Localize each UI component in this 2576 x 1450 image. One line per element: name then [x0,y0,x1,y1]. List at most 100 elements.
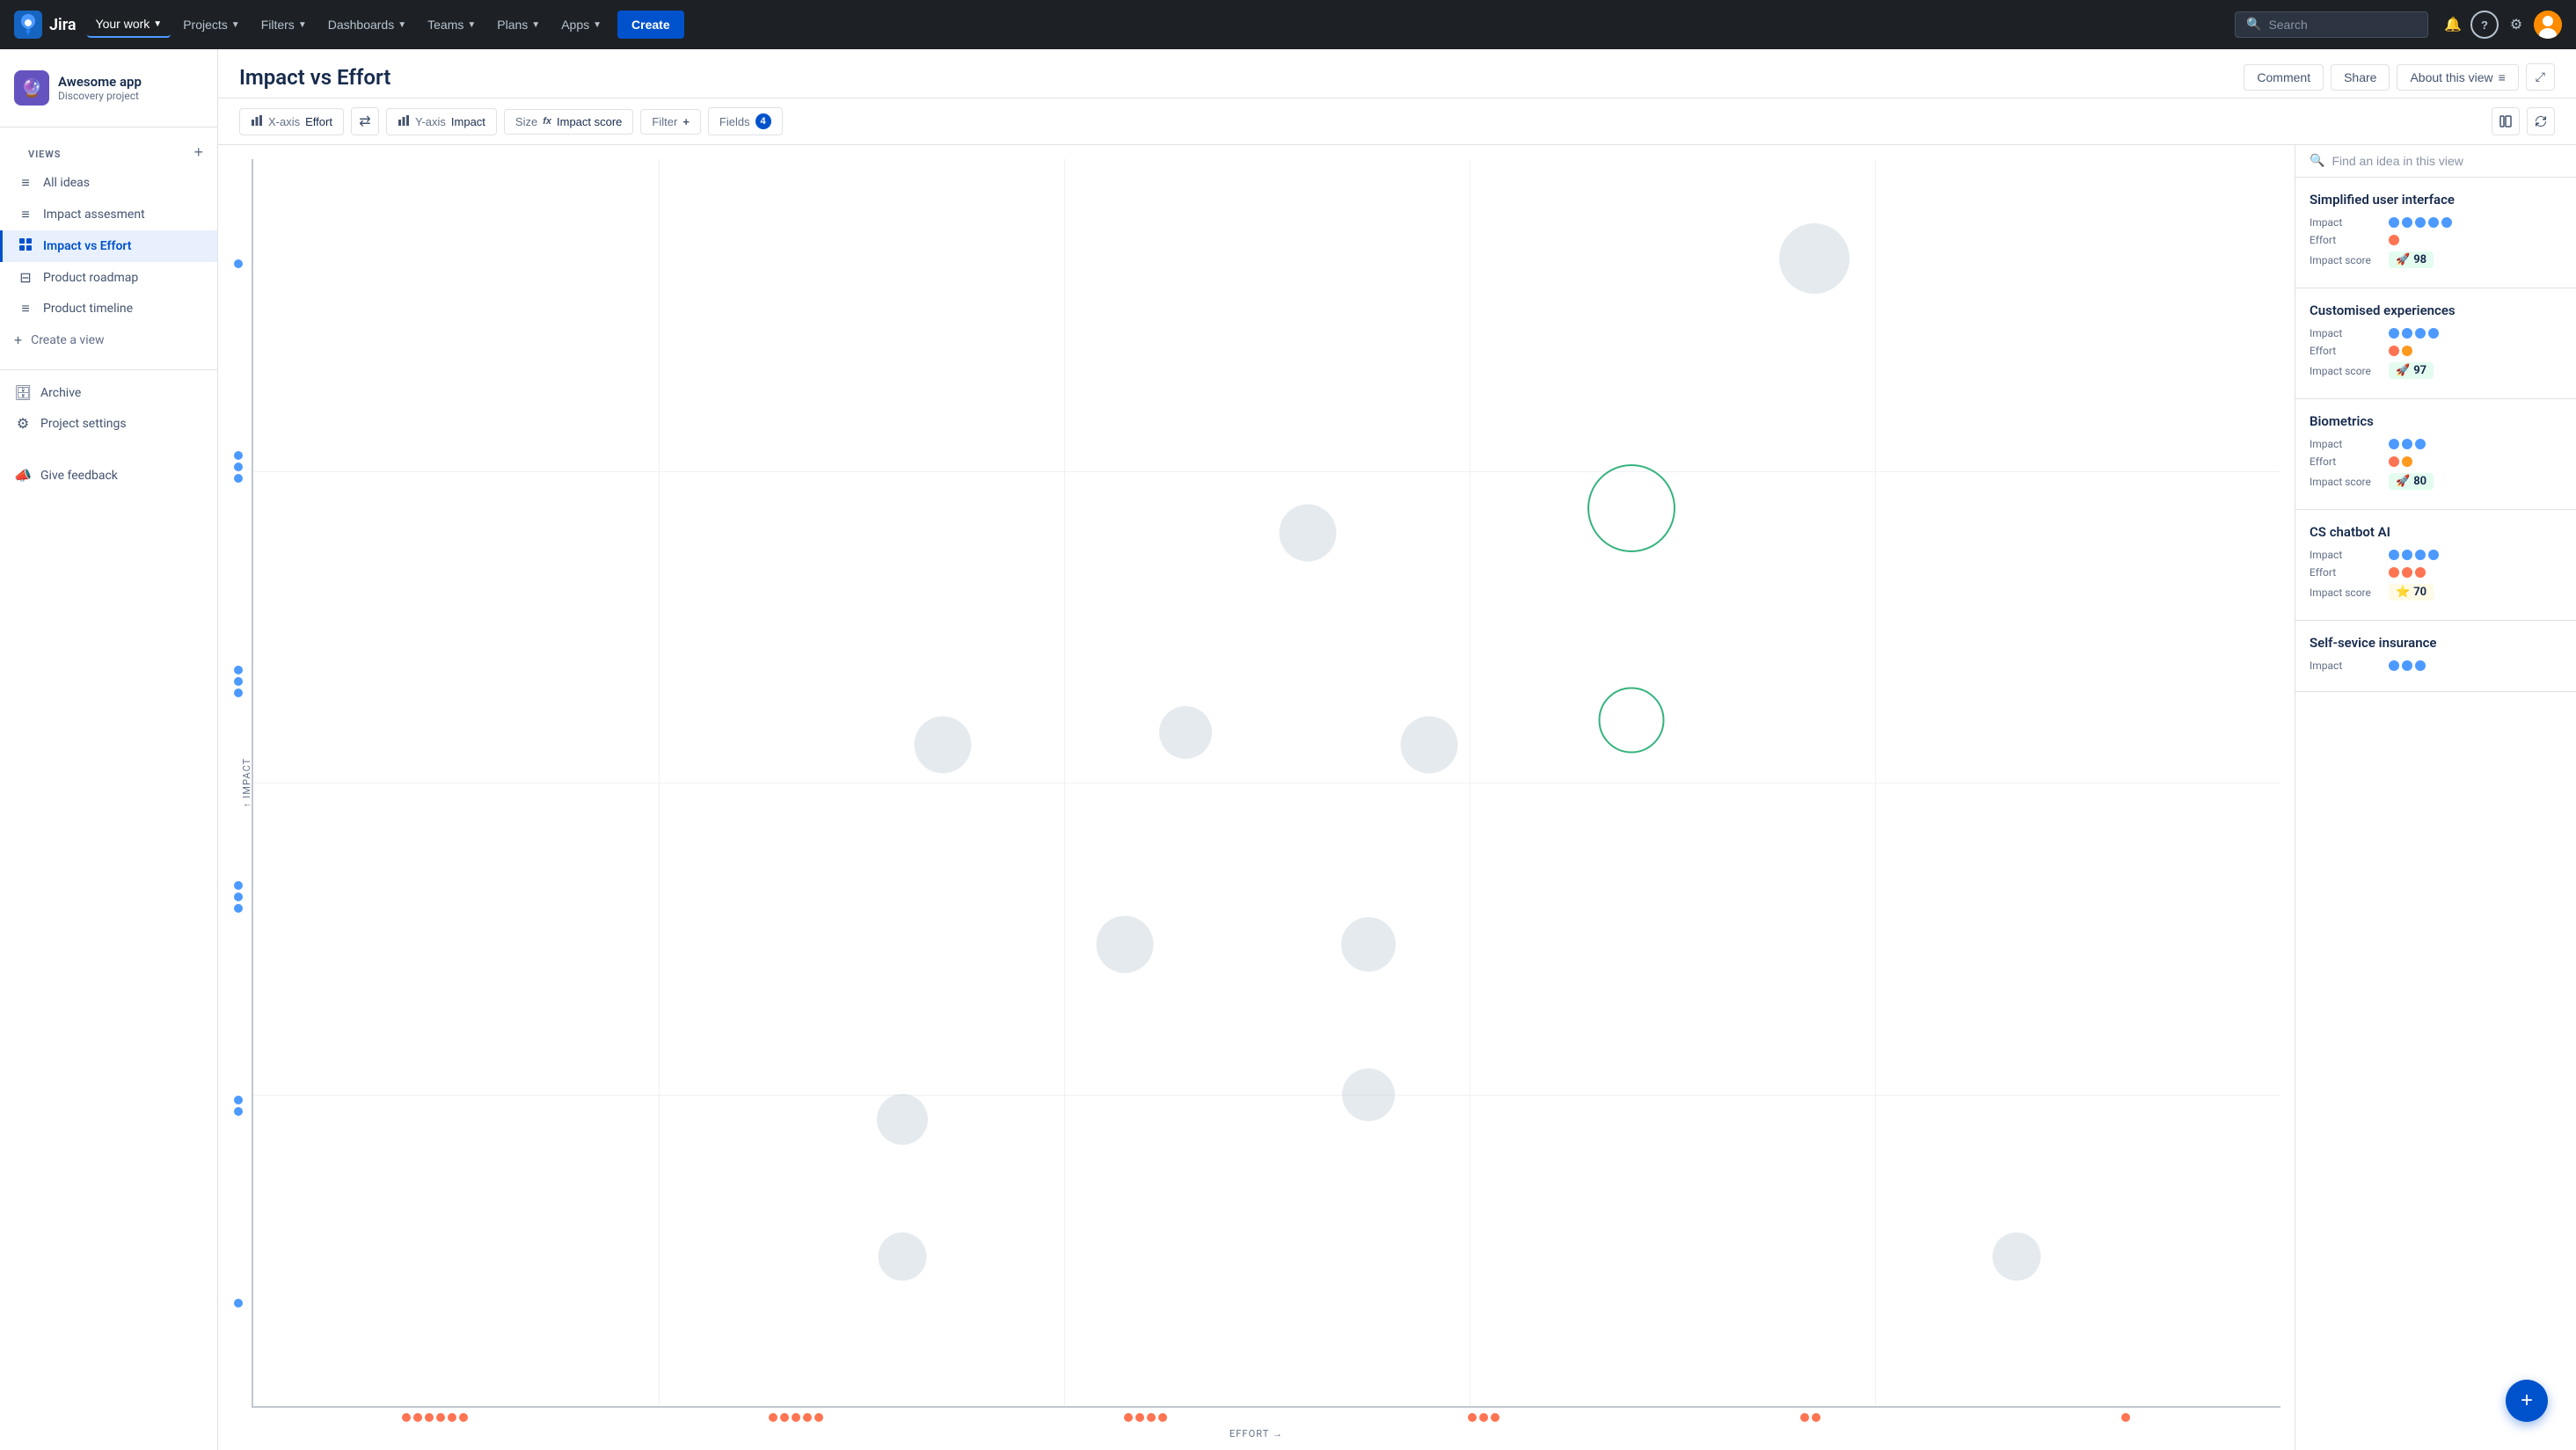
sidebar-item-all-ideas[interactable]: ≡ All ideas [0,167,217,199]
idea-card-self-service-insurance[interactable]: Self-sevice insurance Impact [2295,621,2576,692]
effort-dots [2389,346,2412,356]
xaxis-value: Effort [305,115,332,128]
bubble[interactable] [1779,223,1850,294]
sidebar-item-product-timeline[interactable]: ≡ Product timeline [0,293,217,324]
bubble-green[interactable] [1587,464,1675,552]
filter-button[interactable]: Filter + [640,109,700,135]
y-dot [234,689,243,697]
panel-search-input[interactable] [2332,154,2562,168]
chevron-icon: ▼ [153,19,162,29]
score-badge: ⭐ 70 [2389,584,2434,601]
idea-card-cs-chatbot[interactable]: CS chatbot AI Impact Effort [2295,510,2576,621]
impact-dots [2389,217,2452,228]
fields-button[interactable]: Fields 4 [708,107,783,135]
divider [0,369,217,370]
bubble[interactable] [914,717,971,774]
x-dot [803,1413,812,1422]
idea-title: Customised experiences [2310,302,2562,318]
notifications-button[interactable]: 🔔 [2439,11,2467,39]
y-dot [234,463,243,471]
impact-dots [2389,550,2439,560]
header-actions: Comment Share About this view ≡ ⤢ [2244,63,2555,91]
chevron-icon: ▼ [398,20,406,30]
idea-card-simplified-ui[interactable]: Simplified user interface Impact Effort [2295,178,2576,288]
nav-projects[interactable]: Projects ▼ [174,12,248,37]
yaxis-value: Impact [451,115,485,128]
nav-teams[interactable]: Teams ▼ [419,12,485,37]
nav-dashboards[interactable]: Dashboards ▼ [319,12,415,37]
y-dot [234,666,243,674]
y-axis-label: ↑IMPACT [241,758,252,808]
idea-title: Self-sevice insurance [2310,635,2562,651]
idea-card-customised-experiences[interactable]: Customised experiences Impact Effort [2295,288,2576,399]
sidebar-item-project-settings[interactable]: ⚙ Project settings [0,408,217,439]
bubble[interactable] [1097,916,1154,973]
plus-icon: + [14,332,22,348]
about-view-button[interactable]: About this view ≡ [2397,64,2518,91]
fields-count-badge: 4 [755,113,771,129]
list-icon: ≡ [17,174,34,192]
size-button[interactable]: Size fx Impact score [504,109,634,135]
size-value: Impact score [557,115,622,128]
settings-button[interactable]: ⚙ [2502,11,2530,39]
sidebar-item-impact-assessment[interactable]: ≡ Impact assesment [0,199,217,230]
score-badge: 🚀 98 [2389,251,2434,268]
create-view-button[interactable]: + Create a view [0,324,217,355]
chevron-icon: ▼ [531,20,540,30]
refresh-button[interactable] [2527,107,2555,135]
y-dot [234,1107,243,1116]
share-button[interactable]: Share [2331,64,2390,91]
user-avatar[interactable] [2534,11,2562,39]
app-logo[interactable]: Jira [14,11,77,39]
sidebar-item-product-roadmap[interactable]: ⊟ Product roadmap [0,262,217,293]
nav-icon-group: 🔔 ? ⚙ [2439,11,2562,39]
sidebar-item-archive[interactable]: 🗄 Archive [0,377,217,408]
nav-filters[interactable]: Filters ▼ [252,12,316,37]
score-row: Impact score 🚀 98 [2310,251,2562,268]
bubble[interactable] [1159,706,1212,759]
help-button[interactable]: ? [2470,11,2499,39]
search-input[interactable] [2268,18,2417,32]
chart-icon [17,237,34,255]
nav-your-work[interactable]: Your work ▼ [87,11,171,38]
create-button[interactable]: Create [617,11,684,39]
x-dot [1468,1413,1477,1422]
project-header[interactable]: 🔮 Awesome app Discovery project [0,63,217,120]
bubble[interactable] [1342,1068,1395,1121]
nav-plans[interactable]: Plans ▼ [488,12,549,37]
columns-button[interactable] [2492,107,2520,135]
idea-title: Biometrics [2310,413,2562,429]
add-view-icon-btn[interactable]: + [193,143,203,162]
idea-card-biometrics[interactable]: Biometrics Impact Effort Im [2295,399,2576,510]
add-idea-fab[interactable]: + [2506,1380,2548,1422]
sidebar: 🔮 Awesome app Discovery project VIEWS + … [0,49,218,1450]
effort-row: Effort [2310,566,2562,579]
bubble[interactable] [877,1094,928,1145]
comment-button[interactable]: Comment [2244,64,2324,91]
sidebar-item-impact-vs-effort[interactable]: Impact vs Effort [0,230,217,262]
impact-row: Impact [2310,549,2562,561]
fullscreen-button[interactable]: ⤢ [2526,63,2555,91]
bubble-green[interactable] [1599,688,1665,754]
panel-search-bar[interactable]: 🔍 [2295,145,2576,178]
give-feedback-button[interactable]: 📣 Give feedback [0,460,217,491]
bubble[interactable] [1400,717,1457,774]
xaxis-button[interactable]: X-axis Effort [239,108,344,135]
bubble[interactable] [1279,505,1336,562]
effort-row: Effort [2310,345,2562,357]
bubble[interactable] [1993,1232,2041,1280]
effort-row: Effort [2310,455,2562,468]
bubble[interactable] [1341,917,1396,972]
fx-icon: fx [543,116,551,127]
swap-axes-button[interactable]: ⇄ [351,107,379,135]
score-badge: 🚀 97 [2389,362,2434,379]
effort-dots [2389,235,2399,245]
bar-chart-icon [251,114,263,129]
search-bar[interactable]: 🔍 [2235,11,2428,38]
impact-row: Impact [2310,327,2562,339]
nav-apps[interactable]: Apps ▼ [552,12,610,37]
bubble[interactable] [878,1232,926,1280]
yaxis-button[interactable]: Y-axis Impact [386,108,497,135]
x-dot [769,1413,777,1422]
effort-label: Effort [2310,234,2389,246]
